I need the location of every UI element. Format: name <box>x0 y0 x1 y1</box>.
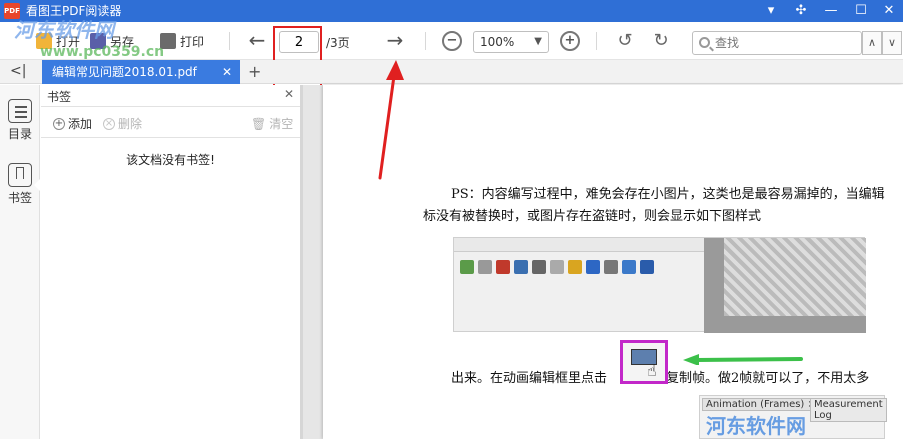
trash-icon: 🗑 <box>251 116 267 131</box>
delete-label: 删除 <box>118 117 143 131</box>
embedded-screenshot-toolbar <box>453 237 866 333</box>
panel-header: 书签 ✕ <box>41 85 300 107</box>
search-icon <box>699 37 710 48</box>
chevron-down-icon: ▼ <box>534 36 542 47</box>
tab-strip: <| 编辑常见问题2018.01.pdf ✕ + <box>0 60 903 84</box>
page-total-label: /3页 <box>326 36 350 50</box>
sidebar-item-label: 目录 <box>7 127 32 141</box>
rotate-left-icon[interactable]: ↺ <box>614 31 636 53</box>
paragraph-line: 标没有被替换时，或图片存在盗链时，则会显示如下图样式 <box>423 209 762 224</box>
clear-bookmarks-button[interactable]: 🗑 清空 <box>251 115 293 132</box>
arrow-right-icon: → <box>386 28 404 52</box>
toolbar-divider <box>596 32 597 50</box>
chevron-down-icon: ∨ <box>887 36 897 49</box>
new-tab-button[interactable]: + <box>248 62 261 81</box>
sidebar-item-label: 书签 <box>7 191 32 205</box>
add-label: 添加 <box>68 117 93 131</box>
watermark-top: 河东软件网 <box>14 18 114 42</box>
search-next-button[interactable]: ∨ <box>882 31 902 55</box>
panel-actions: + 添加 × 删除 🗑 清空 <box>41 108 300 138</box>
previous-page-button[interactable]: ← <box>246 30 268 52</box>
toolbar-divider <box>425 32 426 50</box>
paragraph-line-before: 出来。在动画编辑框里点击 <box>451 371 608 386</box>
title-bar: PDF 看图王PDF阅读器 ▾ ✣ — ☐ ✕ <box>0 0 903 22</box>
plus-icon: + <box>53 117 65 130</box>
search-box[interactable] <box>692 31 862 55</box>
toolbar-divider <box>229 32 230 50</box>
green-arrow-annotation <box>683 354 803 365</box>
copy-frame-highlight-box: ☝ <box>620 340 668 384</box>
watermark-bottom: 河东软件网 <box>706 414 806 438</box>
tab-close-icon[interactable]: ✕ <box>222 60 232 84</box>
tab-label: 编辑常见问题2018.01.pdf <box>52 65 197 79</box>
zoom-level-select[interactable]: 100% ▼ <box>473 31 549 53</box>
embedded-tab-label: Measurement Log <box>810 398 887 422</box>
minimize-button[interactable]: — <box>816 0 846 22</box>
close-button[interactable]: ✕ <box>874 0 903 22</box>
add-bookmark-button[interactable]: + 添加 <box>53 115 92 132</box>
zoom-in-icon[interactable]: + <box>560 31 580 51</box>
red-arrow-annotation <box>378 60 404 180</box>
zoom-level-value: 100% <box>480 35 515 49</box>
watermark-top-url: www.pc0359.cn <box>40 44 165 60</box>
next-page-button[interactable]: → <box>384 30 406 52</box>
collapse-sidebar-icon[interactable]: <| <box>10 63 26 79</box>
delete-icon: × <box>103 117 115 130</box>
sidebar-item-toc[interactable]: 目录 <box>0 99 40 142</box>
sidebar-rail: 目录 书签 <box>0 85 40 439</box>
hand-cursor-icon: ☝ <box>647 361 657 380</box>
empty-bookmarks-message: 该文档没有书签! <box>126 153 215 167</box>
panel-close-icon[interactable]: ✕ <box>284 87 294 101</box>
chevron-up-icon: ∧ <box>867 36 877 49</box>
panel-title: 书签 <box>47 90 72 104</box>
tab-document[interactable]: 编辑常见问题2018.01.pdf ✕ <box>42 60 240 84</box>
clear-label: 清空 <box>269 117 294 131</box>
paragraph-line: PS：内容编写过程中，难免会存在小图片，这类也是最容易漏掉的，当编辑 <box>451 187 885 202</box>
search-input[interactable] <box>715 34 855 52</box>
search-prev-button[interactable]: ∧ <box>862 31 882 55</box>
fullscreen-icon[interactable]: ✣ <box>786 0 816 22</box>
arrow-left-icon: ← <box>248 28 266 52</box>
print-button[interactable]: 打印 <box>160 30 204 52</box>
active-pointer <box>34 179 40 191</box>
menu-dropdown-icon[interactable]: ▾ <box>756 0 786 22</box>
rotate-right-icon[interactable]: ↻ <box>650 31 672 53</box>
delete-bookmark-button[interactable]: × 删除 <box>103 115 142 132</box>
bookmark-icon <box>8 163 32 187</box>
paragraph-line-after: ，复制帧。做2帧就可以了，不用太多 <box>653 371 870 386</box>
maximize-button[interactable]: ☐ <box>846 0 876 22</box>
bookmark-panel: 书签 ✕ + 添加 × 删除 🗑 清空 该文档没有书签! <box>41 85 303 439</box>
print-label: 打印 <box>180 34 205 49</box>
zoom-out-icon[interactable]: − <box>442 31 462 51</box>
list-icon <box>8 99 32 123</box>
